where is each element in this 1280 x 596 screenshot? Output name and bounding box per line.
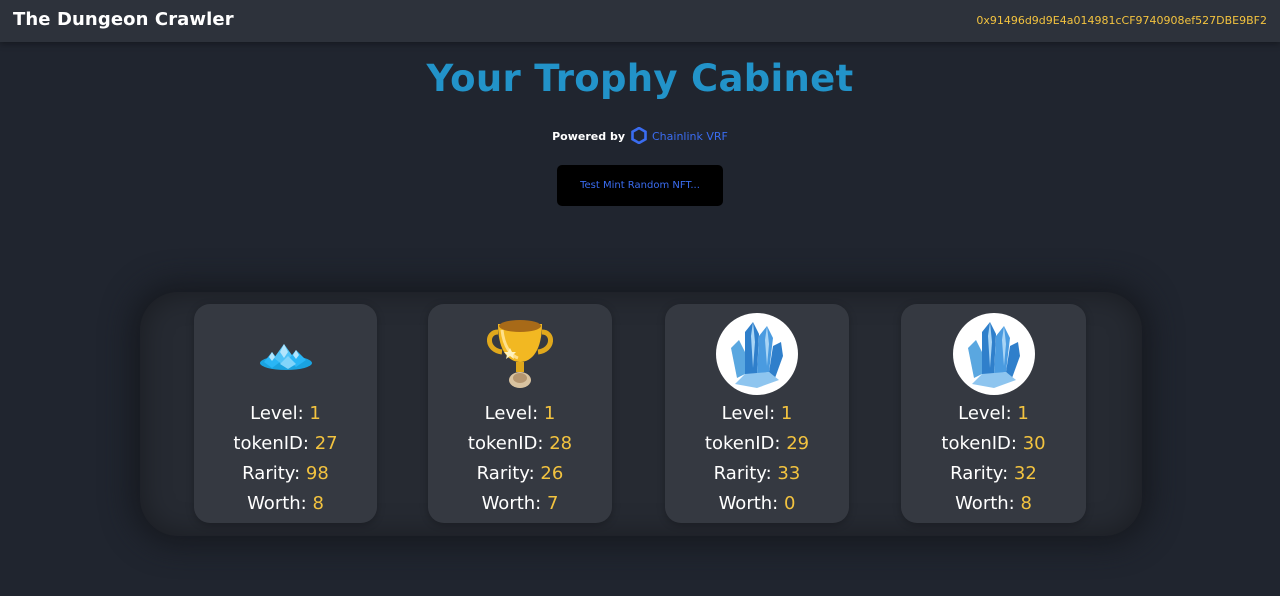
rarity-value: 26	[540, 463, 564, 484]
token-id-label: tokenID:	[467, 433, 544, 454]
chainlink-vrf-link[interactable]: Chainlink VRF	[652, 130, 728, 143]
gems-icon	[244, 312, 328, 396]
level-value: 1	[309, 403, 321, 424]
token-id-value: 28	[549, 433, 573, 454]
level-value: 1	[543, 403, 556, 424]
nft-card[interactable]: Level: 1 tokenID: 27 Rarity: 98 Worth: 8	[194, 304, 377, 523]
rarity-label: Rarity:	[950, 463, 1009, 484]
nft-card[interactable]: Level: 1 tokenID: 28 Rarity: 26 Worth: 7	[428, 304, 612, 523]
worth-label: Worth:	[718, 493, 779, 514]
worth-label: Worth:	[247, 493, 307, 514]
worth-value: 7	[546, 493, 559, 514]
worth-value: 8	[312, 493, 324, 514]
token-id-label: tokenID:	[233, 433, 309, 454]
nft-card[interactable]: Level: 1 tokenID: 29 Rarity: 33 Worth: 0	[665, 304, 849, 523]
level-label: Level:	[721, 403, 776, 424]
worth-label: Worth:	[955, 493, 1015, 514]
worth-value: 8	[1020, 493, 1032, 514]
level-label: Level:	[958, 403, 1012, 424]
chainlink-hexagon-icon	[630, 126, 647, 147]
nft-stats: Level: 1 tokenID: 28 Rarity: 26 Worth: 7	[428, 399, 612, 519]
top-navbar: The Dungeon Crawler 0x91496d9d9E4a014981…	[0, 0, 1280, 42]
worth-value: 0	[783, 493, 796, 514]
token-id-value: 27	[314, 433, 338, 454]
rarity-label: Rarity:	[713, 463, 772, 484]
powered-by-label: Powered by	[552, 130, 625, 143]
wallet-address: 0x91496d9d9E4a014981cCF9740908ef527DBE9B…	[976, 14, 1267, 27]
crystal-icon	[952, 312, 1036, 396]
crystal-icon	[715, 312, 799, 396]
rarity-value: 32	[1013, 463, 1037, 484]
token-id-value: 29	[786, 433, 810, 454]
nft-stats: Level: 1 tokenID: 30 Rarity: 32 Worth: 8	[901, 399, 1086, 519]
rarity-value: 33	[777, 463, 801, 484]
nft-stats: Level: 1 tokenID: 29 Rarity: 33 Worth: 0	[665, 399, 849, 519]
nft-stats: Level: 1 tokenID: 27 Rarity: 98 Worth: 8	[194, 399, 377, 519]
nft-card[interactable]: Level: 1 tokenID: 30 Rarity: 32 Worth: 8	[901, 304, 1086, 523]
brand-title[interactable]: The Dungeon Crawler	[13, 9, 234, 30]
powered-by: Powered by Chainlink VRF	[0, 126, 1280, 147]
rarity-value: 98	[305, 463, 329, 484]
level-value: 1	[780, 403, 793, 424]
level-label: Level:	[250, 403, 304, 424]
trophy-icon	[478, 312, 562, 396]
level-label: Level:	[484, 403, 539, 424]
level-value: 1	[1017, 403, 1029, 424]
worth-label: Worth:	[481, 493, 542, 514]
rarity-label: Rarity:	[242, 463, 301, 484]
token-id-label: tokenID:	[704, 433, 781, 454]
rarity-label: Rarity:	[476, 463, 535, 484]
page-title: Your Trophy Cabinet	[426, 57, 854, 100]
token-id-label: tokenID:	[941, 433, 1017, 454]
mint-random-nft-button[interactable]: Test Mint Random NFT...	[557, 165, 723, 206]
token-id-value: 30	[1022, 433, 1046, 454]
